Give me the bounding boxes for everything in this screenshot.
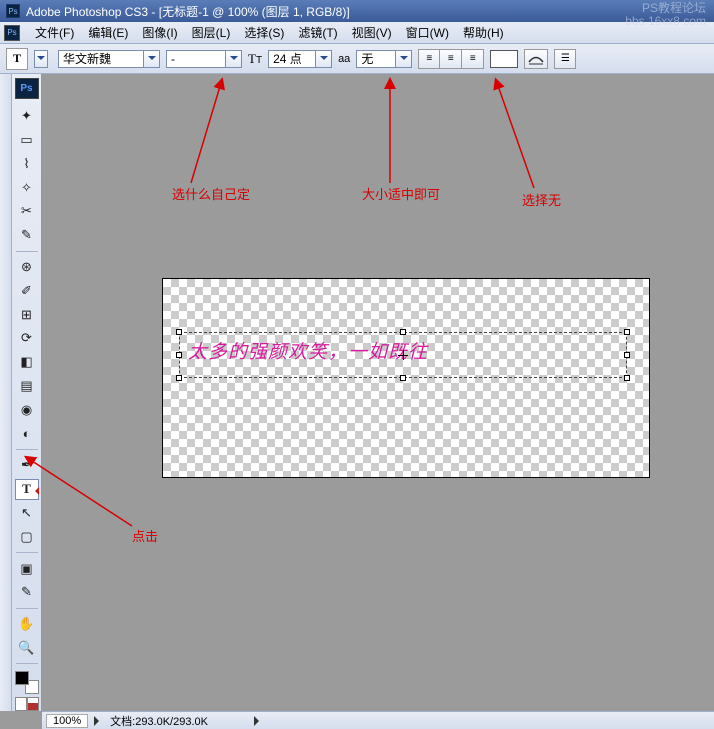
options-bar: T TT aa ≡ ≡ ≡ ☰ xyxy=(0,44,714,74)
separator xyxy=(16,608,38,609)
antialias-input[interactable] xyxy=(356,50,396,68)
status-menu-icon[interactable] xyxy=(94,716,104,726)
antialias-dropdown-button[interactable] xyxy=(396,50,412,68)
arrow-icon xyxy=(24,454,144,534)
brush-tool[interactable]: ✐ xyxy=(15,280,39,301)
font-family-dropdown-button[interactable] xyxy=(144,50,160,68)
slice-tool[interactable]: ✎ xyxy=(15,225,39,246)
tool-strip-handle[interactable] xyxy=(0,74,12,711)
annotation-tool: 点击 xyxy=(132,526,158,545)
menu-file[interactable]: 文件(F) xyxy=(28,22,81,43)
app-icon: Ps xyxy=(6,4,20,18)
window-title: Adobe Photoshop CS3 - [无标题-1 @ 100% (图层 … xyxy=(26,3,350,20)
move-tool[interactable]: ✦ xyxy=(15,106,39,127)
lasso-tool[interactable]: ⌇ xyxy=(15,153,39,174)
title-bar: Ps Adobe Photoshop CS3 - [无标题-1 @ 100% (… xyxy=(0,0,714,22)
dodge-tool[interactable]: ◐ xyxy=(15,423,39,444)
handle-top-left[interactable] xyxy=(176,329,182,335)
healing-brush-tool[interactable]: ⊛ xyxy=(15,257,39,278)
handle-bottom-left[interactable] xyxy=(176,375,182,381)
text-color-swatch[interactable] xyxy=(490,50,518,68)
canvas-area: 太多的强颜欢笑，一如既往 选什么自己定 xyxy=(42,74,714,711)
ps-menu-icon[interactable]: Ps xyxy=(4,25,20,41)
clone-stamp-tool[interactable]: ⊞ xyxy=(15,304,39,325)
character-panel-button[interactable]: ☰ xyxy=(554,49,576,69)
font-family-input[interactable] xyxy=(58,50,144,68)
document-window[interactable]: 太多的强颜欢笑，一如既往 xyxy=(162,278,650,478)
gradient-tool[interactable]: ▤ xyxy=(15,376,39,397)
text-tool-indicator: T xyxy=(6,48,28,70)
font-family-combo[interactable] xyxy=(58,50,160,68)
menu-view[interactable]: 视图(V) xyxy=(345,22,399,43)
font-size-dropdown-button[interactable] xyxy=(316,50,332,68)
status-menu-icon[interactable] xyxy=(254,716,264,726)
ps-logo: Ps xyxy=(15,78,39,99)
menu-select[interactable]: 选择(S) xyxy=(237,22,291,43)
menu-layer[interactable]: 图层(L) xyxy=(185,22,238,43)
text-bounding-box[interactable]: 太多的强颜欢笑，一如既往 xyxy=(179,332,627,378)
zoom-level[interactable]: 100% xyxy=(46,714,88,728)
menu-help[interactable]: 帮助(H) xyxy=(456,22,511,43)
color-picker[interactable] xyxy=(15,671,39,694)
menu-filter[interactable]: 滤镜(T) xyxy=(291,22,344,43)
align-right-button[interactable]: ≡ xyxy=(462,49,484,69)
font-style-combo[interactable] xyxy=(166,50,242,68)
separator xyxy=(16,449,38,450)
font-size-combo[interactable] xyxy=(268,50,332,68)
font-size-icon: TT xyxy=(248,51,262,67)
font-style-input[interactable] xyxy=(166,50,226,68)
center-marker xyxy=(398,350,408,360)
quickmask-mode[interactable] xyxy=(27,697,39,711)
arrow-icon xyxy=(186,78,246,188)
separator xyxy=(16,552,38,553)
antialias-combo[interactable] xyxy=(356,50,412,68)
handle-top-mid[interactable] xyxy=(400,329,406,335)
status-bar: 100% 文档:293.0K/293.0K xyxy=(42,711,714,729)
menu-edit[interactable]: 编辑(E) xyxy=(81,22,135,43)
history-brush-tool[interactable]: ⟳ xyxy=(15,328,39,349)
sample-text[interactable]: 太多的强颜欢笑，一如既往 xyxy=(188,337,428,364)
zoom-tool[interactable]: 🔍 xyxy=(15,638,39,659)
tool-preset-dropdown[interactable] xyxy=(34,50,48,68)
mask-mode-row[interactable] xyxy=(15,697,39,711)
text-align-group: ≡ ≡ ≡ xyxy=(418,49,484,69)
toolbox: Ps ✦ ▭ ⌇ ✧ ✂ ✎ ⊛ ✐ ⊞ ⟳ ◧ ▤ ◉ ◐ ✒ T ↖ ▢ ▣… xyxy=(12,74,42,711)
font-size-input[interactable] xyxy=(268,50,316,68)
marquee-tool[interactable]: ▭ xyxy=(15,130,39,151)
warp-text-button[interactable] xyxy=(524,49,548,69)
arrow-icon xyxy=(382,78,422,188)
doc-size: 文档:293.0K/293.0K xyxy=(110,713,208,729)
standard-mode[interactable] xyxy=(15,697,27,711)
warp-icon xyxy=(528,53,544,65)
antialias-label: aa xyxy=(338,53,350,65)
font-style-dropdown-button[interactable] xyxy=(226,50,242,68)
handle-mid-right[interactable] xyxy=(624,352,630,358)
hand-tool[interactable]: ✋ xyxy=(15,614,39,635)
annotation-size: 大小适中即可 xyxy=(362,184,440,203)
eraser-tool[interactable]: ◧ xyxy=(15,352,39,373)
magic-wand-tool[interactable]: ✧ xyxy=(15,177,39,198)
align-center-button[interactable]: ≡ xyxy=(440,49,462,69)
menu-bar[interactable]: Ps 文件(F) 编辑(E) 图像(I) 图层(L) 选择(S) 滤镜(T) 视… xyxy=(0,22,714,44)
notes-tool[interactable]: ▣ xyxy=(15,558,39,579)
handle-bottom-mid[interactable] xyxy=(400,375,406,381)
eyedropper-tool[interactable]: ✎ xyxy=(15,582,39,603)
separator xyxy=(16,251,38,252)
annotation-aa: 选择无 xyxy=(522,190,561,209)
menu-image[interactable]: 图像(I) xyxy=(135,22,184,43)
align-left-button[interactable]: ≡ xyxy=(418,49,440,69)
handle-bottom-right[interactable] xyxy=(624,375,630,381)
arrow-icon xyxy=(492,78,542,194)
handle-top-right[interactable] xyxy=(624,329,630,335)
crop-tool[interactable]: ✂ xyxy=(15,201,39,222)
transparent-background: 太多的强颜欢笑，一如既往 xyxy=(163,279,649,477)
handle-mid-left[interactable] xyxy=(176,352,182,358)
annotation-font: 选什么自己定 xyxy=(172,184,250,203)
menu-window[interactable]: 窗口(W) xyxy=(399,22,456,43)
blur-tool[interactable]: ◉ xyxy=(15,400,39,421)
foreground-color[interactable] xyxy=(15,671,29,685)
separator xyxy=(16,663,38,664)
